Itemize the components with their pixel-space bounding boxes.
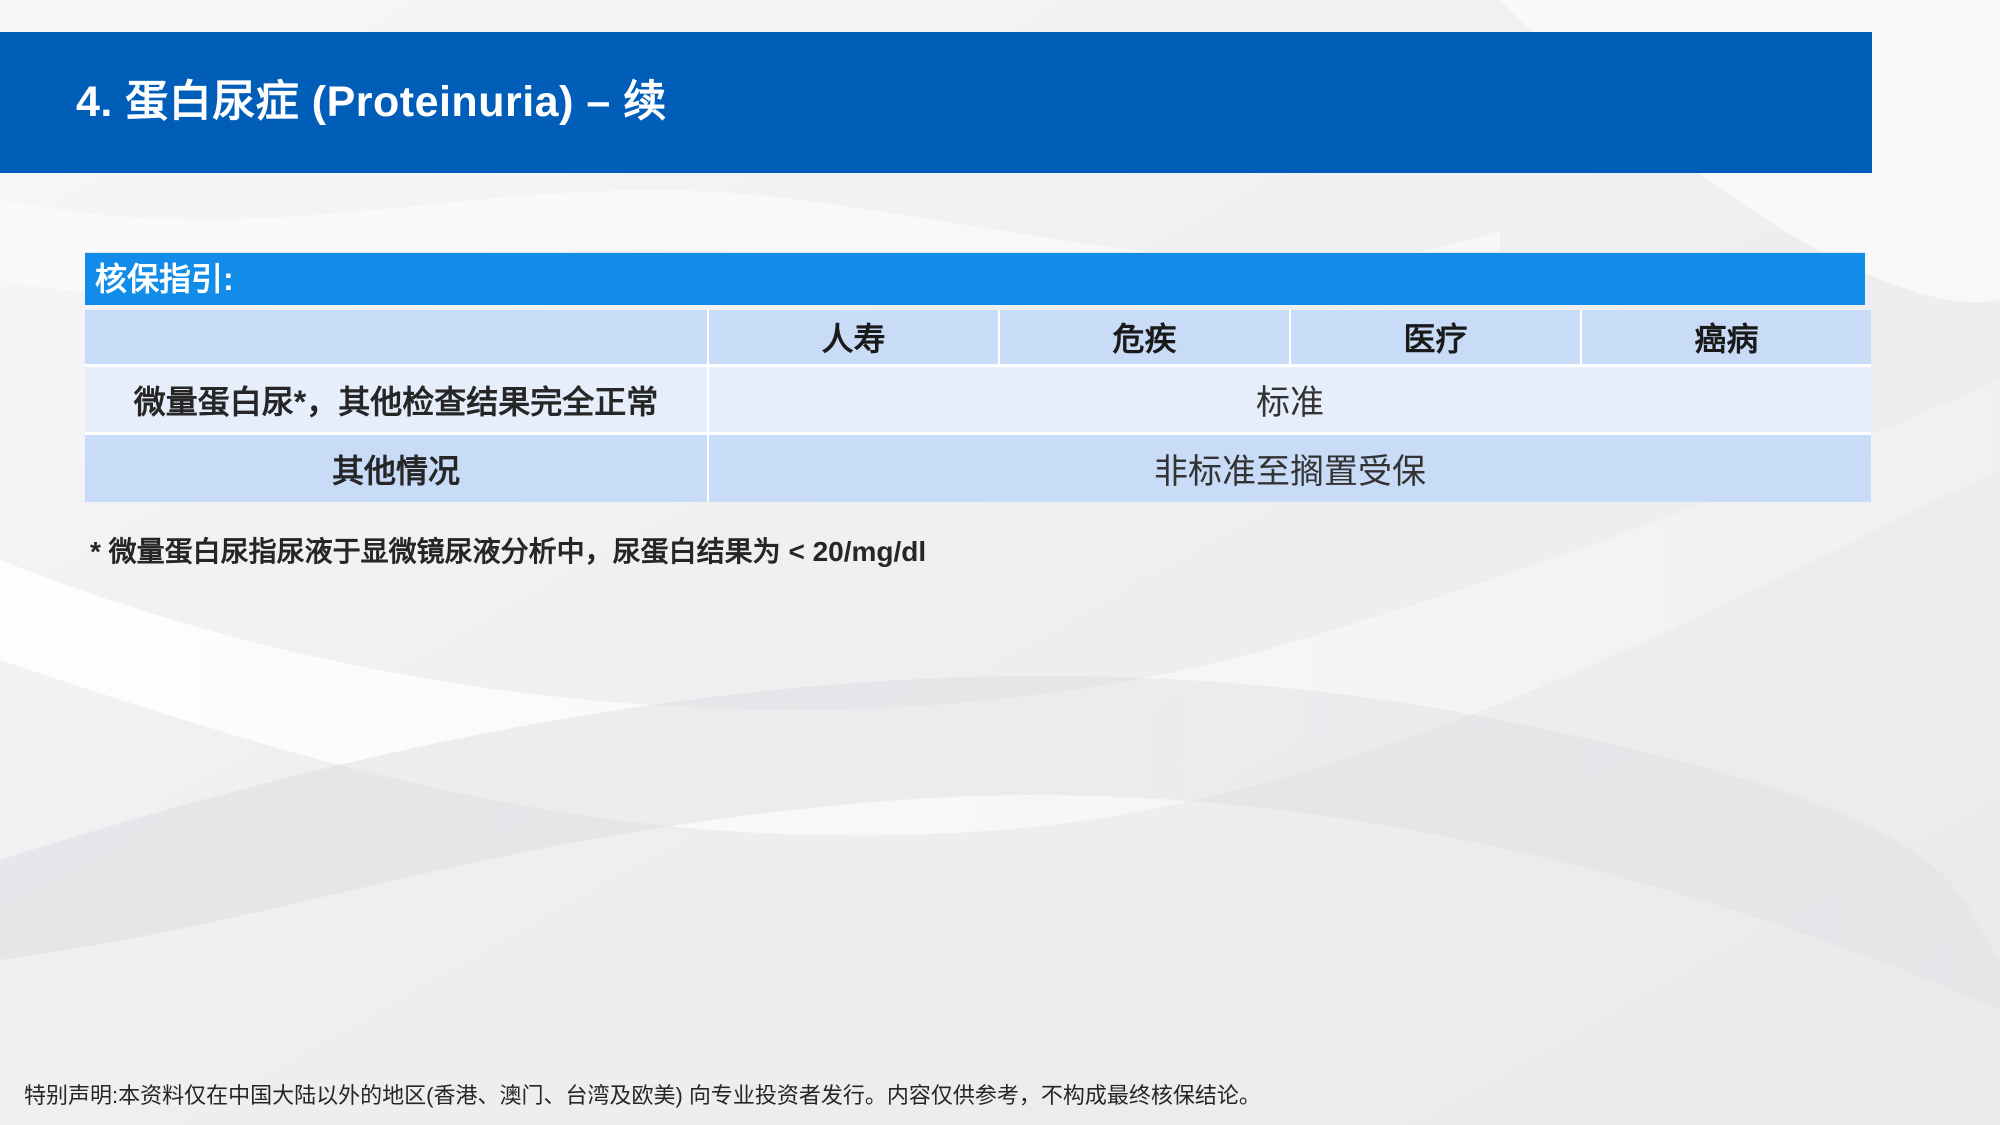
column-header-critical-illness: 危疾 [1000,310,1289,364]
disclaimer: 特别声明:本资料仅在中国大陆以外的地区(香港、澳门、台湾及欧美) 向专业投资者发… [24,1083,1261,1108]
guide-label: 核保指引: [95,261,234,297]
column-header-medical: 医疗 [1291,310,1580,364]
column-header-blank [85,310,707,364]
row-label-microalbuminuria: 微量蛋白尿*，其他检查结果完全正常 [85,364,707,432]
guide-header: 核保指引: [85,252,1865,305]
column-header-life: 人寿 [709,310,998,364]
underwriting-table: 人寿 危疾 医疗 癌病 微量蛋白尿*，其他检查结果完全正常 标准 其他情况 非标… [85,310,1871,502]
row-value-standard: 标准 [709,364,1871,432]
row-value-substandard: 非标准至搁置受保 [709,432,1871,502]
page-title: 4. 蛋白尿症 (Proteinuria) – 续 [76,78,667,126]
footnote: * 微量蛋白尿指尿液于显微镜尿液分析中，尿蛋白结果为 < 20/mg/dl [90,536,927,567]
row-label-other: 其他情况 [85,432,707,502]
title-bar: 4. 蛋白尿症 (Proteinuria) – 续 [0,32,1872,173]
column-header-cancer: 癌病 [1582,310,1871,364]
